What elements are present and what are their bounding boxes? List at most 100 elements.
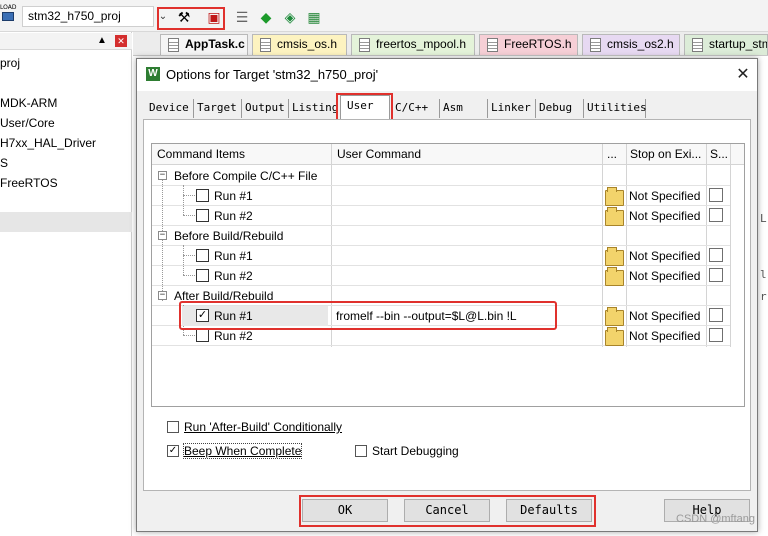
start-debugging-checkbox[interactable] [355, 445, 367, 457]
highlight-toolbar-box [157, 7, 225, 30]
pack-installer-icon[interactable]: ▦ [306, 9, 322, 25]
tab-debug[interactable]: Debug [536, 99, 584, 118]
tab-cmsis-os[interactable]: cmsis_os.h [252, 34, 347, 55]
arrow-diamond-icon[interactable]: ◈ [282, 9, 298, 25]
code-fragment: L [760, 212, 767, 225]
watermark: CSDN @mftang [676, 513, 756, 525]
group-before-compile: Before Compile C/C++ File [174, 169, 318, 183]
dialog-title: Options for Target 'stm32_h750_proj' [166, 67, 379, 82]
collapse-icon[interactable]: − [158, 171, 167, 180]
start-debugging-label[interactable]: Start Debugging [372, 444, 459, 458]
project-tree-item[interactable]: H7xx_HAL_Driver [0, 136, 96, 150]
run-checkbox[interactable] [196, 329, 209, 342]
column-header-s[interactable]: S... [710, 147, 730, 161]
file-icon [359, 38, 370, 52]
folder-icon[interactable] [605, 247, 624, 266]
row-divider [152, 185, 730, 186]
run-after-build-label[interactable]: Run 'After-Build' Conditionally [184, 420, 342, 434]
code-fragment: l [760, 268, 767, 281]
tab-device[interactable]: Device [146, 99, 194, 118]
tab-freertos[interactable]: FreeRTOS.h [479, 34, 578, 55]
tree-line [183, 255, 195, 256]
stop-on-exit-value[interactable]: Not Specified [629, 189, 700, 203]
stop-on-exit-value[interactable]: Not Specified [629, 209, 700, 223]
stop-on-exit-value[interactable]: Not Specified [629, 329, 700, 343]
row-divider [152, 205, 730, 206]
tab-label: FreeRTOS.h [504, 37, 572, 51]
s-checkbox[interactable] [709, 188, 723, 202]
collapse-icon[interactable]: − [158, 231, 167, 240]
folder-icon[interactable] [605, 207, 624, 226]
stop-on-exit-value[interactable]: Not Specified [629, 249, 700, 263]
tab-label: cmsis_os.h [277, 37, 338, 51]
project-tree-item[interactable]: proj [0, 56, 20, 70]
tree-line [183, 245, 184, 275]
file-icon [590, 38, 601, 52]
column-header-user-command[interactable]: User Command [337, 147, 597, 161]
run-checkbox[interactable] [196, 249, 209, 262]
close-icon[interactable]: ✕ [115, 35, 127, 47]
tab-label: AppTask.c [185, 37, 245, 51]
folder-icon[interactable] [605, 267, 624, 286]
file-icon [487, 38, 498, 52]
tab-cpp[interactable]: C/C++ [392, 99, 440, 118]
run-label: Run #2 [214, 329, 253, 343]
project-pane-header [0, 33, 132, 50]
stop-on-exit-value[interactable]: Not Specified [629, 269, 700, 283]
folder-icon[interactable] [605, 307, 624, 326]
column-header-stop-on-exit[interactable]: Stop on Exi... [630, 147, 704, 161]
tab-startup[interactable]: startup_stm [684, 34, 768, 55]
tab-linker[interactable]: Linker [488, 99, 536, 118]
column-header-command-items[interactable]: Command Items [157, 147, 327, 161]
group-before-build: Before Build/Rebuild [174, 229, 284, 243]
load-icon[interactable]: LOAD [0, 4, 16, 26]
run-checkbox[interactable] [196, 269, 209, 282]
project-tree-item[interactable]: MDK-ARM [0, 96, 57, 110]
stack-icon[interactable]: ☰ [234, 9, 250, 25]
tab-label: startup_stm [709, 37, 768, 51]
tab-listing[interactable]: Listing [289, 99, 341, 118]
run-label: Run #2 [214, 209, 253, 223]
tab-asm[interactable]: Asm [440, 99, 488, 118]
folder-icon[interactable] [605, 327, 624, 346]
tab-utilities[interactable]: Utilities [584, 99, 647, 118]
s-checkbox[interactable] [709, 248, 723, 262]
run-label: Run #2 [214, 269, 253, 283]
run-checkbox[interactable] [196, 189, 209, 202]
tab-freertos-mpool[interactable]: freertos_mpool.h [351, 34, 475, 55]
beep-label[interactable]: Beep When Complete [182, 443, 303, 459]
collapse-icon[interactable]: − [158, 291, 167, 300]
project-tree-item[interactable]: S [0, 156, 8, 170]
file-icon [260, 38, 271, 52]
code-fragment: r [760, 290, 767, 303]
green-diamond-icon[interactable]: ◆ [258, 9, 274, 25]
stop-on-exit-value[interactable]: Not Specified [629, 309, 700, 323]
run-after-build-checkbox[interactable] [167, 421, 179, 433]
project-tree-item[interactable]: User/Core [0, 116, 55, 130]
run-checkbox[interactable] [196, 209, 209, 222]
close-icon[interactable]: ✕ [734, 66, 752, 84]
target-select[interactable]: stm32_h750_proj [22, 6, 154, 27]
tab-target[interactable]: Target [194, 99, 242, 118]
project-tree-item[interactable]: FreeRTOS [0, 176, 58, 190]
folder-icon[interactable] [605, 187, 624, 206]
tab-output[interactable]: Output [242, 99, 289, 118]
tab-cmsis-os2[interactable]: cmsis_os2.h [582, 34, 680, 55]
s-checkbox[interactable] [709, 308, 723, 322]
run-label: Run #1 [214, 249, 253, 263]
file-icon [692, 38, 703, 52]
s-checkbox[interactable] [709, 328, 723, 342]
beep-checkbox[interactable]: ✓ [167, 445, 179, 457]
s-checkbox[interactable] [709, 208, 723, 222]
s-checkbox[interactable] [709, 268, 723, 282]
pin-icon[interactable]: ▲ [96, 35, 108, 47]
tab-apptask[interactable]: AppTask.c [160, 34, 248, 55]
row-divider [152, 345, 730, 346]
row-divider [152, 245, 730, 246]
tree-line [183, 215, 195, 216]
row-divider [152, 265, 730, 266]
load-label: LOAD [0, 4, 17, 11]
highlight-ok-box [299, 495, 596, 527]
tree-line [183, 195, 195, 196]
column-header-browse[interactable]: ... [607, 147, 625, 161]
